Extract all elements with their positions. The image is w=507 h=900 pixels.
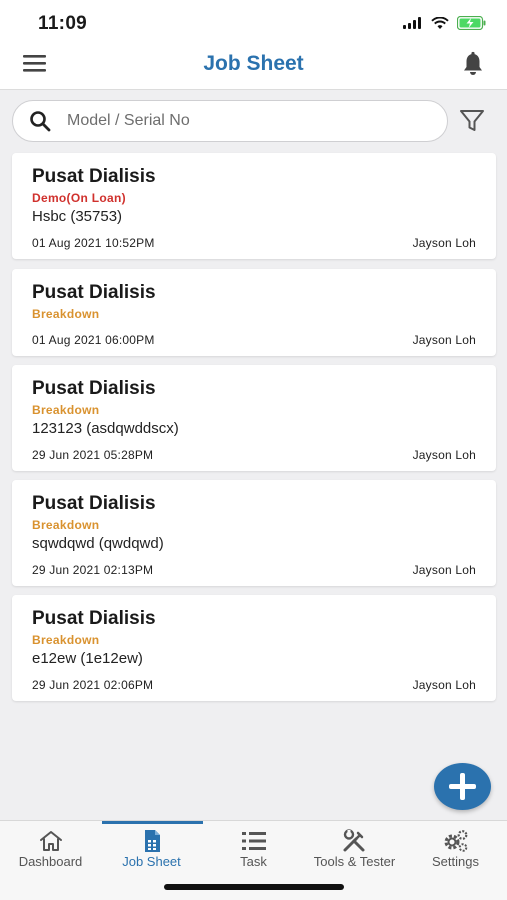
job-card[interactable]: Pusat Dialisis Breakdown 01 Aug 2021 06:… bbox=[12, 269, 496, 356]
add-job-button[interactable] bbox=[434, 763, 491, 810]
job-date: 29 Jun 2021 02:13PM bbox=[32, 563, 154, 577]
navigation-bar: Job Sheet bbox=[0, 40, 507, 90]
job-title: Pusat Dialisis bbox=[32, 378, 156, 399]
search-row bbox=[12, 100, 502, 142]
notifications-button[interactable] bbox=[459, 50, 487, 78]
job-status-badge: Breakdown bbox=[32, 633, 100, 647]
filter-icon bbox=[460, 110, 484, 131]
job-technician: Jayson Loh bbox=[412, 448, 476, 462]
status-time: 11:09 bbox=[38, 13, 88, 34]
home-indicator bbox=[164, 884, 344, 890]
job-status-badge: Breakdown bbox=[32, 307, 100, 321]
tools-icon bbox=[343, 829, 364, 852]
wifi-icon bbox=[431, 16, 449, 29]
job-status-badge: Breakdown bbox=[32, 403, 100, 417]
status-icons bbox=[403, 16, 487, 30]
job-date: 01 Aug 2021 10:52PM bbox=[32, 236, 155, 250]
job-card[interactable]: Pusat Dialisis Breakdown 123123 (asdqwdd… bbox=[12, 365, 496, 471]
tab-dashboard[interactable]: Dashboard bbox=[0, 821, 101, 876]
search-bar bbox=[12, 100, 448, 142]
job-technician: Jayson Loh bbox=[412, 678, 476, 692]
tab-tools-tester[interactable]: Tools & Tester bbox=[304, 821, 405, 876]
tab-label: Job Sheet bbox=[122, 854, 181, 869]
tab-task[interactable]: Task bbox=[203, 821, 304, 876]
job-model-serial: 123123 (asdqwddscx) bbox=[32, 420, 179, 437]
job-title: Pusat Dialisis bbox=[32, 493, 156, 514]
job-date: 29 Jun 2021 05:28PM bbox=[32, 448, 154, 462]
job-title: Pusat Dialisis bbox=[32, 166, 156, 187]
home-icon bbox=[39, 831, 62, 851]
job-technician: Jayson Loh bbox=[412, 333, 476, 347]
gears-icon bbox=[444, 830, 467, 852]
tab-label: Settings bbox=[432, 854, 479, 869]
search-input[interactable] bbox=[67, 112, 397, 130]
bell-icon bbox=[464, 51, 482, 75]
job-model-serial: sqwdqwd (qwdqwd) bbox=[32, 535, 164, 552]
job-card[interactable]: Pusat Dialisis Breakdown e12ew (1e12ew) … bbox=[12, 595, 496, 701]
job-technician: Jayson Loh bbox=[412, 563, 476, 577]
job-status-badge: Demo(On Loan) bbox=[32, 191, 126, 205]
job-title: Pusat Dialisis bbox=[32, 608, 156, 629]
list-icon bbox=[241, 832, 266, 850]
job-date: 01 Aug 2021 06:00PM bbox=[32, 333, 155, 347]
job-status-badge: Breakdown bbox=[32, 518, 100, 532]
job-title: Pusat Dialisis bbox=[32, 282, 156, 303]
tab-label: Tools & Tester bbox=[313, 854, 396, 869]
search-icon bbox=[30, 111, 51, 132]
tab-settings[interactable]: Settings bbox=[405, 821, 506, 876]
job-date: 29 Jun 2021 02:06PM bbox=[32, 678, 154, 692]
tab-label: Task bbox=[240, 854, 267, 869]
document-icon bbox=[144, 830, 160, 852]
cellular-signal-icon bbox=[403, 17, 421, 29]
page-title: Job Sheet bbox=[203, 52, 304, 75]
job-card[interactable]: Pusat Dialisis Breakdown sqwdqwd (qwdqwd… bbox=[12, 480, 496, 586]
job-technician: Jayson Loh bbox=[412, 236, 476, 250]
tab-job-sheet[interactable]: Job Sheet bbox=[101, 821, 202, 876]
job-card[interactable]: Pusat Dialisis Demo(On Loan) Hsbc (35753… bbox=[12, 153, 496, 259]
job-model-serial: e12ew (1e12ew) bbox=[32, 650, 143, 667]
tab-label: Dashboard bbox=[18, 854, 83, 869]
battery-charging-icon bbox=[457, 16, 486, 30]
job-model-serial: Hsbc (35753) bbox=[32, 208, 123, 225]
filter-button[interactable] bbox=[458, 107, 486, 135]
